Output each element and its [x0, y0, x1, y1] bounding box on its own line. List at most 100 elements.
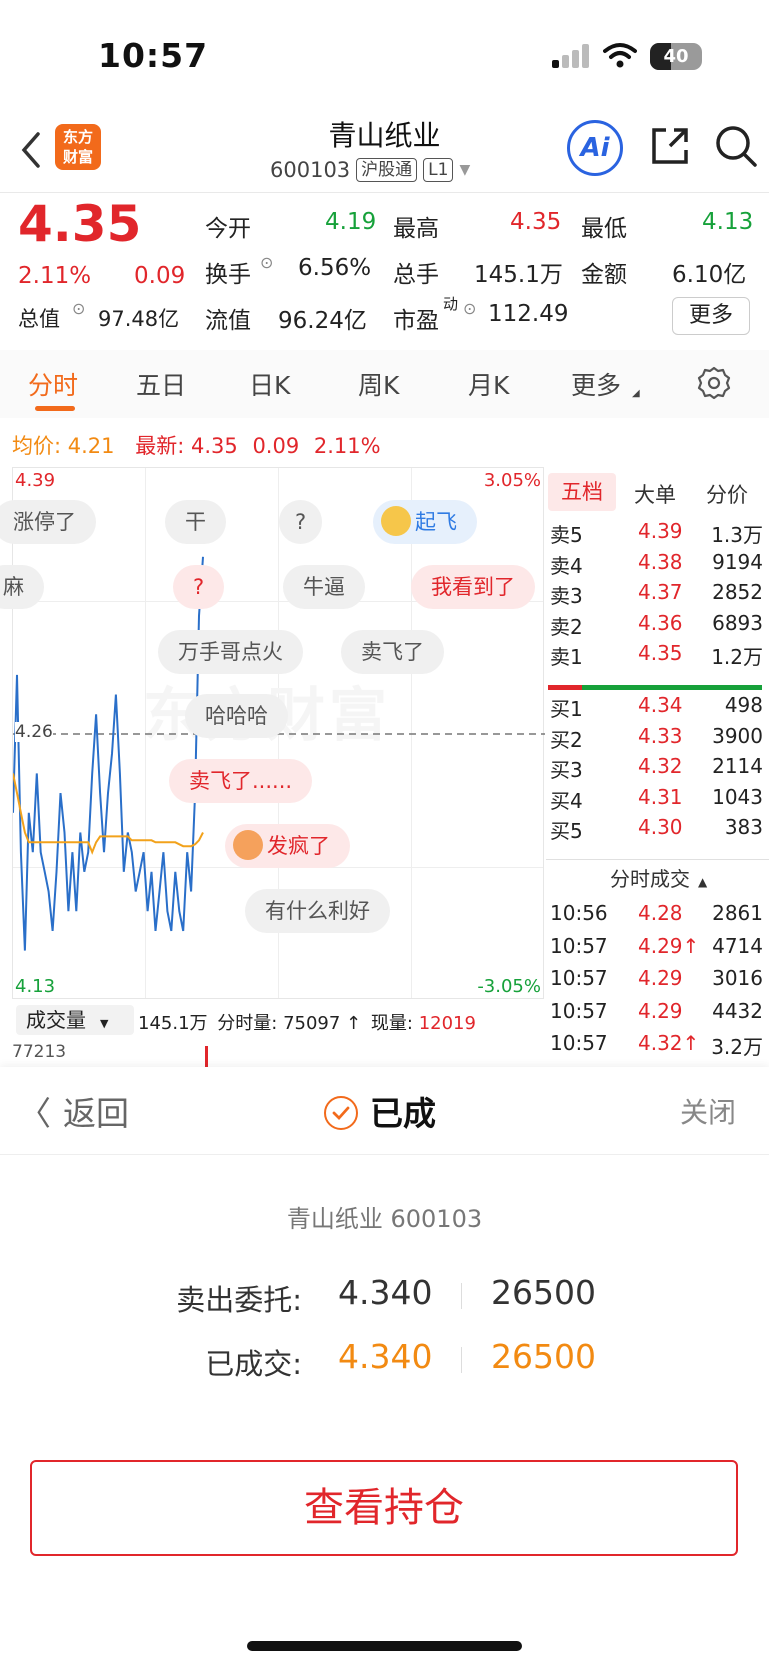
- info-dots-icon[interactable]: ⊙: [72, 299, 85, 318]
- trade-row-label: 10:57: [550, 998, 608, 1023]
- danmaku-bubble[interactable]: ?: [279, 500, 323, 544]
- turnover-value: 6.56%: [298, 255, 372, 281]
- danmaku-bubble[interactable]: 卖飞了......: [169, 759, 313, 803]
- tab-monthly-k[interactable]: 月K: [468, 366, 509, 402]
- danmaku-bubble[interactable]: 我看到了: [411, 565, 535, 609]
- danmaku-bubble[interactable]: 卖飞了: [341, 630, 444, 674]
- sell-order-qty: 26500: [491, 1273, 596, 1312]
- total-lots-value: 145.1万: [474, 262, 563, 288]
- bid-row[interactable]: 买2 4.33 3900: [550, 724, 763, 756]
- current-price: 4.35: [18, 195, 142, 253]
- trade-row-price: 4.29↑: [638, 933, 700, 958]
- volume-strip: 成交量 ▼ 145.1万 分时量: 75097 ↑ 现量: 12019 77213: [12, 1002, 544, 1062]
- ask-row-label: 卖5: [550, 523, 583, 547]
- ask-row-price: 4.36: [638, 610, 683, 635]
- intraday-chart[interactable]: 东方财富 4.39 4.13 3.05% -3.05% 4.26 涨停了 干 ?…: [0, 467, 545, 999]
- danmaku-bubble[interactable]: 干: [165, 500, 226, 544]
- indicator-selector[interactable]: 成交量 ▼: [16, 1005, 134, 1035]
- turnover-label: 换手: [205, 262, 251, 288]
- ask-row[interactable]: 卖5 4.39 1.3万: [550, 519, 763, 551]
- settings-gear-icon[interactable]: [697, 366, 731, 400]
- stock-subtitle[interactable]: 600103 沪股通 L1 ▼: [270, 158, 470, 182]
- ask-row-label: 卖2: [550, 614, 583, 639]
- ask-row[interactable]: 卖4 4.38 9194: [550, 550, 763, 582]
- danmaku-bubble[interactable]: 牛逼: [283, 565, 365, 609]
- ask-row[interactable]: 卖2 4.36 6893: [550, 611, 763, 643]
- mkt-cap-value: 97.48亿: [98, 307, 180, 331]
- tab-intraday[interactable]: 分时: [28, 366, 78, 402]
- latest-value: 4.35: [190, 434, 238, 458]
- open-label: 今开: [205, 216, 251, 242]
- bid-row-price: 4.32: [638, 754, 683, 778]
- danmaku-bubble[interactable]: 万手哥点火: [158, 630, 303, 674]
- tab-more[interactable]: 更多: [571, 366, 621, 402]
- ask-row-price: 4.37: [638, 580, 683, 604]
- ai-assistant-button[interactable]: Ai: [567, 120, 623, 176]
- danmaku-bubble[interactable]: 涨停了: [0, 500, 96, 544]
- bid-row-price: 4.33: [638, 723, 683, 748]
- open-value: 4.19: [325, 209, 377, 235]
- danmaku-bubble[interactable]: 哈哈哈: [185, 694, 288, 738]
- trade-row-volume: 4714: [712, 933, 763, 958]
- book-tab-five-level[interactable]: 五档: [548, 473, 616, 511]
- close-button[interactable]: 关闭: [680, 1091, 736, 1131]
- amount-label: 金额: [581, 262, 627, 288]
- total-lots-label: 总手: [393, 262, 439, 288]
- danmaku-bubble[interactable]: 发疯了: [225, 824, 350, 868]
- order-status: 已成: [324, 1087, 436, 1135]
- sell-order-label: 卖出委托:: [176, 1283, 302, 1317]
- tab-daily-k[interactable]: 日K: [249, 366, 290, 402]
- ask-row-price: 4.39: [638, 519, 683, 543]
- trade-row-volume: 2861: [712, 901, 763, 925]
- bid-row[interactable]: 买3 4.32 2114: [550, 754, 763, 786]
- stock-header: 东方 财富 青山纸业 600103 沪股通 L1 ▼ Ai: [0, 110, 769, 192]
- bid-row[interactable]: 买5 4.30 383: [550, 815, 763, 847]
- trade-row[interactable]: 10:57 4.29↑ 4714: [550, 934, 763, 966]
- trade-row-label: 10:56: [550, 901, 608, 925]
- share-icon[interactable]: [648, 124, 692, 168]
- high-label: 最高: [393, 216, 439, 242]
- book-tab-price-dist[interactable]: 分价: [706, 479, 748, 509]
- stock-code: 600103: [270, 158, 351, 182]
- trade-row[interactable]: 10:57 4.29 3016: [550, 966, 763, 998]
- pe-label: 市盈: [393, 308, 439, 334]
- latest-pct: 2.11%: [313, 434, 381, 458]
- bid-row-volume: 498: [724, 693, 763, 717]
- axis-bottom-price: 4.13: [15, 976, 56, 997]
- trade-row-price: 4.28: [638, 901, 683, 925]
- danmaku-bubble[interactable]: 起飞: [373, 500, 477, 544]
- price-summary-line: 均价: 4.21 最新: 4.35 0.09 2.11%: [12, 430, 381, 460]
- ask-row-label: 卖4: [550, 553, 583, 578]
- ask-row-volume: 6893: [712, 610, 763, 635]
- tab-weekly-k[interactable]: 周K: [358, 366, 399, 402]
- ask-row[interactable]: 卖3 4.37 2852: [550, 580, 763, 612]
- book-tab-large-orders[interactable]: 大单: [634, 479, 676, 509]
- info-dots-icon[interactable]: ⊙: [260, 253, 273, 272]
- more-button[interactable]: 更多: [672, 297, 750, 335]
- ask-row[interactable]: 卖1 4.35 1.2万: [550, 641, 763, 673]
- price-series-line: [13, 556, 204, 951]
- back-button[interactable]: 〈返回: [18, 1087, 129, 1135]
- trade-row[interactable]: 10:57 4.32↑ 3.2万: [550, 1031, 763, 1063]
- order-stock: 青山纸业 600103: [286, 1205, 483, 1233]
- bid-row-volume: 383: [724, 815, 763, 839]
- danmaku-bubble[interactable]: 有什么利好: [245, 889, 390, 933]
- trade-row[interactable]: 10:57 4.29 4432: [550, 999, 763, 1031]
- pe-dynamic-sup: 动: [443, 295, 459, 313]
- bid-row[interactable]: 买4 4.31 1043: [550, 785, 763, 817]
- trade-row-price: 4.29: [638, 966, 683, 990]
- trade-row[interactable]: 10:56 4.28 2861: [550, 901, 763, 933]
- volume-axis-max: 77213: [12, 1042, 67, 1062]
- back-chevron-icon: 〈: [18, 1094, 51, 1133]
- danmaku-bubble[interactable]: ?: [173, 565, 225, 609]
- tab-five-day[interactable]: 五日: [136, 366, 186, 402]
- bid-row[interactable]: 买1 4.34 498: [550, 693, 763, 725]
- change-percent: 2.11%: [18, 263, 92, 289]
- ask-row-label: 卖3: [550, 584, 583, 608]
- info-dots-icon[interactable]: ⊙: [463, 299, 476, 318]
- search-icon[interactable]: [714, 124, 758, 168]
- bid-row-label: 买5: [550, 819, 583, 843]
- quote-panel: 4.35 2.11% 0.09 今开 4.19 最高 4.35 最低 4.13 …: [0, 193, 769, 349]
- view-position-button[interactable]: 查看持仓: [30, 1460, 738, 1556]
- danmaku-bubble[interactable]: 麻: [0, 565, 44, 609]
